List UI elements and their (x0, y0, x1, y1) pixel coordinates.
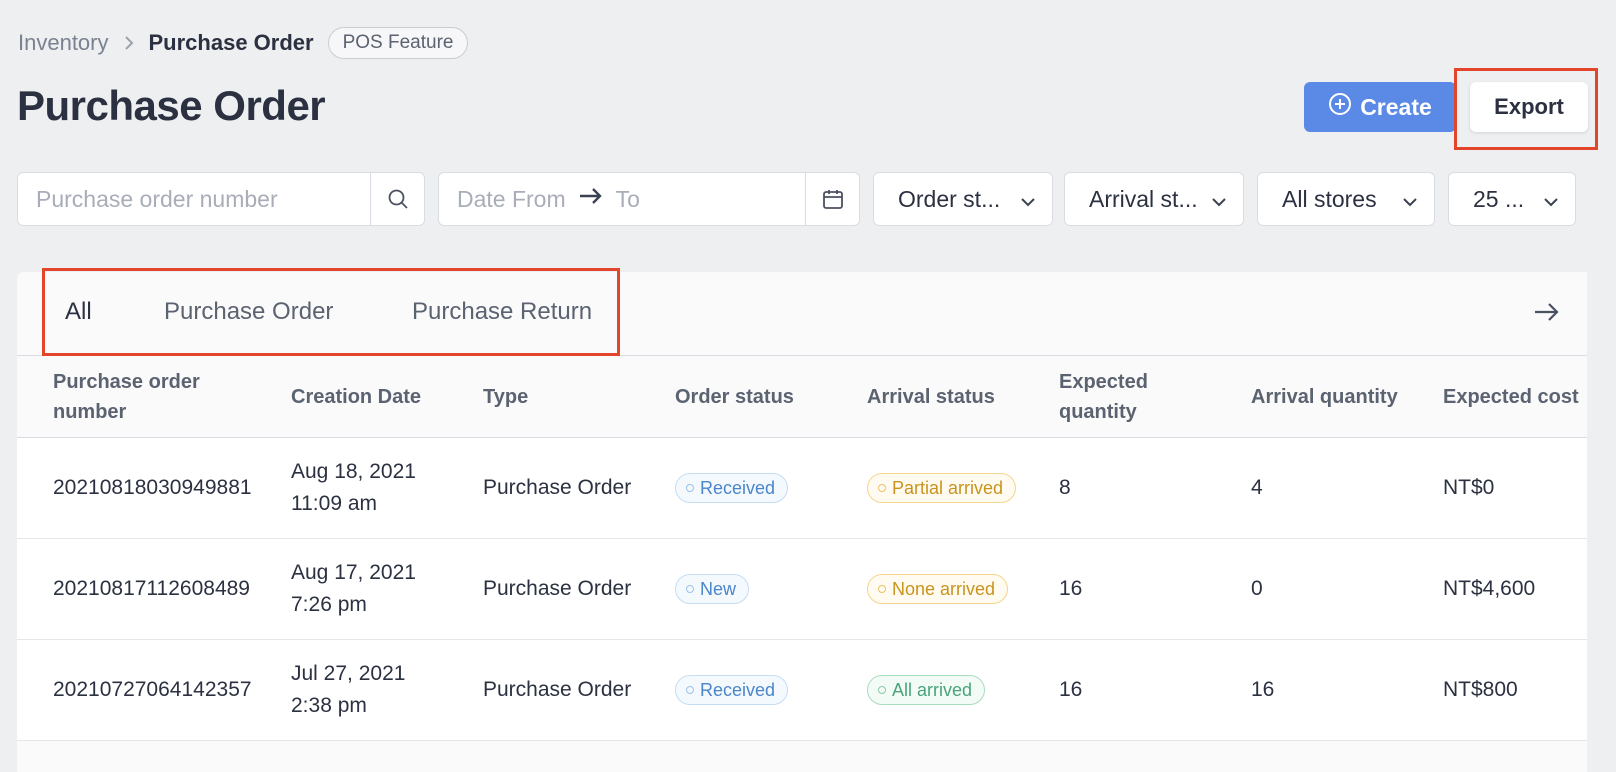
cell-arrival-quantity: 4 (1251, 476, 1263, 499)
status-badge: None arrived (867, 574, 1009, 604)
order-status-select[interactable]: Order st... (873, 172, 1053, 226)
column-header-expected-quantity: Expected quantity (1059, 371, 1148, 423)
cell-type: Purchase Order (483, 476, 632, 499)
column-header-number: Purchase order number (53, 371, 200, 423)
table-header: Purchase order number Creation Date Type… (17, 356, 1587, 438)
status-badge: Received (675, 675, 789, 705)
status-badge: New (675, 574, 750, 604)
cell-expected-cost: NT$4,600 (1443, 577, 1536, 600)
date-from-input[interactable]: Date From (457, 186, 566, 213)
order-status-value: Order st... (898, 185, 1001, 212)
status-badge: All arrived (867, 675, 986, 705)
cell-creation-date: Aug 18, 2021 11:09 am (291, 460, 416, 515)
cell-arrival-status: Partial arrived (867, 438, 1017, 538)
pos-feature-badge: POS Feature (327, 27, 469, 59)
cell-order-status: Received (675, 438, 789, 538)
cell-type: Purchase Order (483, 678, 632, 701)
chevron-down-icon (1020, 186, 1036, 213)
cell-number: 20210818030949881 (53, 476, 252, 499)
search-icon[interactable] (370, 173, 424, 225)
column-header-arrival-status: Arrival status (867, 386, 995, 408)
cell-type: Purchase Order (483, 577, 632, 600)
cell-arrival-status: All arrived (867, 640, 986, 740)
arrival-status-value: Arrival st... (1089, 185, 1198, 212)
date-range-field[interactable]: Date From To (438, 172, 860, 226)
cell-expected-quantity: 16 (1059, 577, 1083, 600)
status-badge: Received (675, 473, 789, 503)
cell-number: 20210727064142357 (53, 678, 252, 701)
cell-creation-date: Jul 27, 2021 2:38 pm (291, 662, 406, 717)
chevron-down-icon (1543, 186, 1559, 213)
cell-arrival-quantity: 0 (1251, 577, 1263, 600)
cell-expected-quantity: 8 (1059, 476, 1071, 499)
breadcrumb: Inventory Purchase Order POS Feature (18, 26, 469, 60)
chevron-down-icon (1211, 186, 1227, 213)
chevron-down-icon (1402, 186, 1418, 213)
page-size-select[interactable]: 25 ... (1448, 172, 1576, 226)
search-field[interactable]: Purchase order number (17, 172, 425, 226)
stores-value: All stores (1282, 185, 1377, 212)
breadcrumb-inventory-link[interactable]: Inventory (18, 30, 109, 56)
export-highlight-box (1454, 68, 1598, 150)
cell-expected-cost: NT$0 (1443, 476, 1495, 499)
page-title: Purchase Order (17, 82, 326, 129)
table-row[interactable]: 20210818030949881 Aug 18, 2021 11:09 am P… (17, 438, 1587, 539)
cell-creation-date: Aug 17, 2021 7:26 pm (291, 561, 416, 616)
column-header-arrival-quantity: Arrival quantity (1251, 386, 1398, 408)
arrow-right-icon (578, 185, 604, 213)
arrival-status-select[interactable]: Arrival st... (1064, 172, 1244, 226)
column-header-type: Type (483, 386, 529, 408)
date-to-input[interactable]: To (616, 186, 640, 213)
create-button[interactable]: Create (1304, 82, 1456, 132)
cell-expected-cost: NT$800 (1443, 678, 1518, 701)
column-header-creation-date: Creation Date (291, 386, 422, 408)
tabs-highlight-box (42, 268, 620, 356)
breadcrumb-current: Purchase Order (148, 30, 314, 55)
chevron-right-icon (123, 34, 135, 52)
column-header-order-status: Order status (675, 386, 794, 408)
cell-order-status: New (675, 539, 750, 639)
column-header-expected-cost: Expected cost (1443, 386, 1579, 408)
status-badge: Partial arrived (867, 473, 1017, 503)
stores-select[interactable]: All stores (1257, 172, 1435, 226)
calendar-icon[interactable] (805, 173, 859, 225)
cell-number: 20210817112608489 (53, 577, 250, 600)
search-input[interactable]: Purchase order number (18, 186, 370, 213)
page-size-value: 25 ... (1473, 185, 1525, 212)
cell-order-status: Received (675, 640, 789, 740)
table-row[interactable]: 20210727064142357 Jul 27, 2021 2:38 pm Pu… (17, 640, 1587, 741)
cell-arrival-quantity: 16 (1251, 678, 1275, 701)
table-row[interactable]: 20210817112608489 Aug 17, 2021 7:26 pm Pu… (17, 539, 1587, 640)
cell-arrival-status: None arrived (867, 539, 1009, 639)
cell-expected-quantity: 16 (1059, 678, 1083, 701)
arrow-right-icon[interactable] (1533, 298, 1561, 330)
create-button-label: Create (1360, 93, 1432, 120)
plus-circle-icon (1328, 92, 1352, 122)
